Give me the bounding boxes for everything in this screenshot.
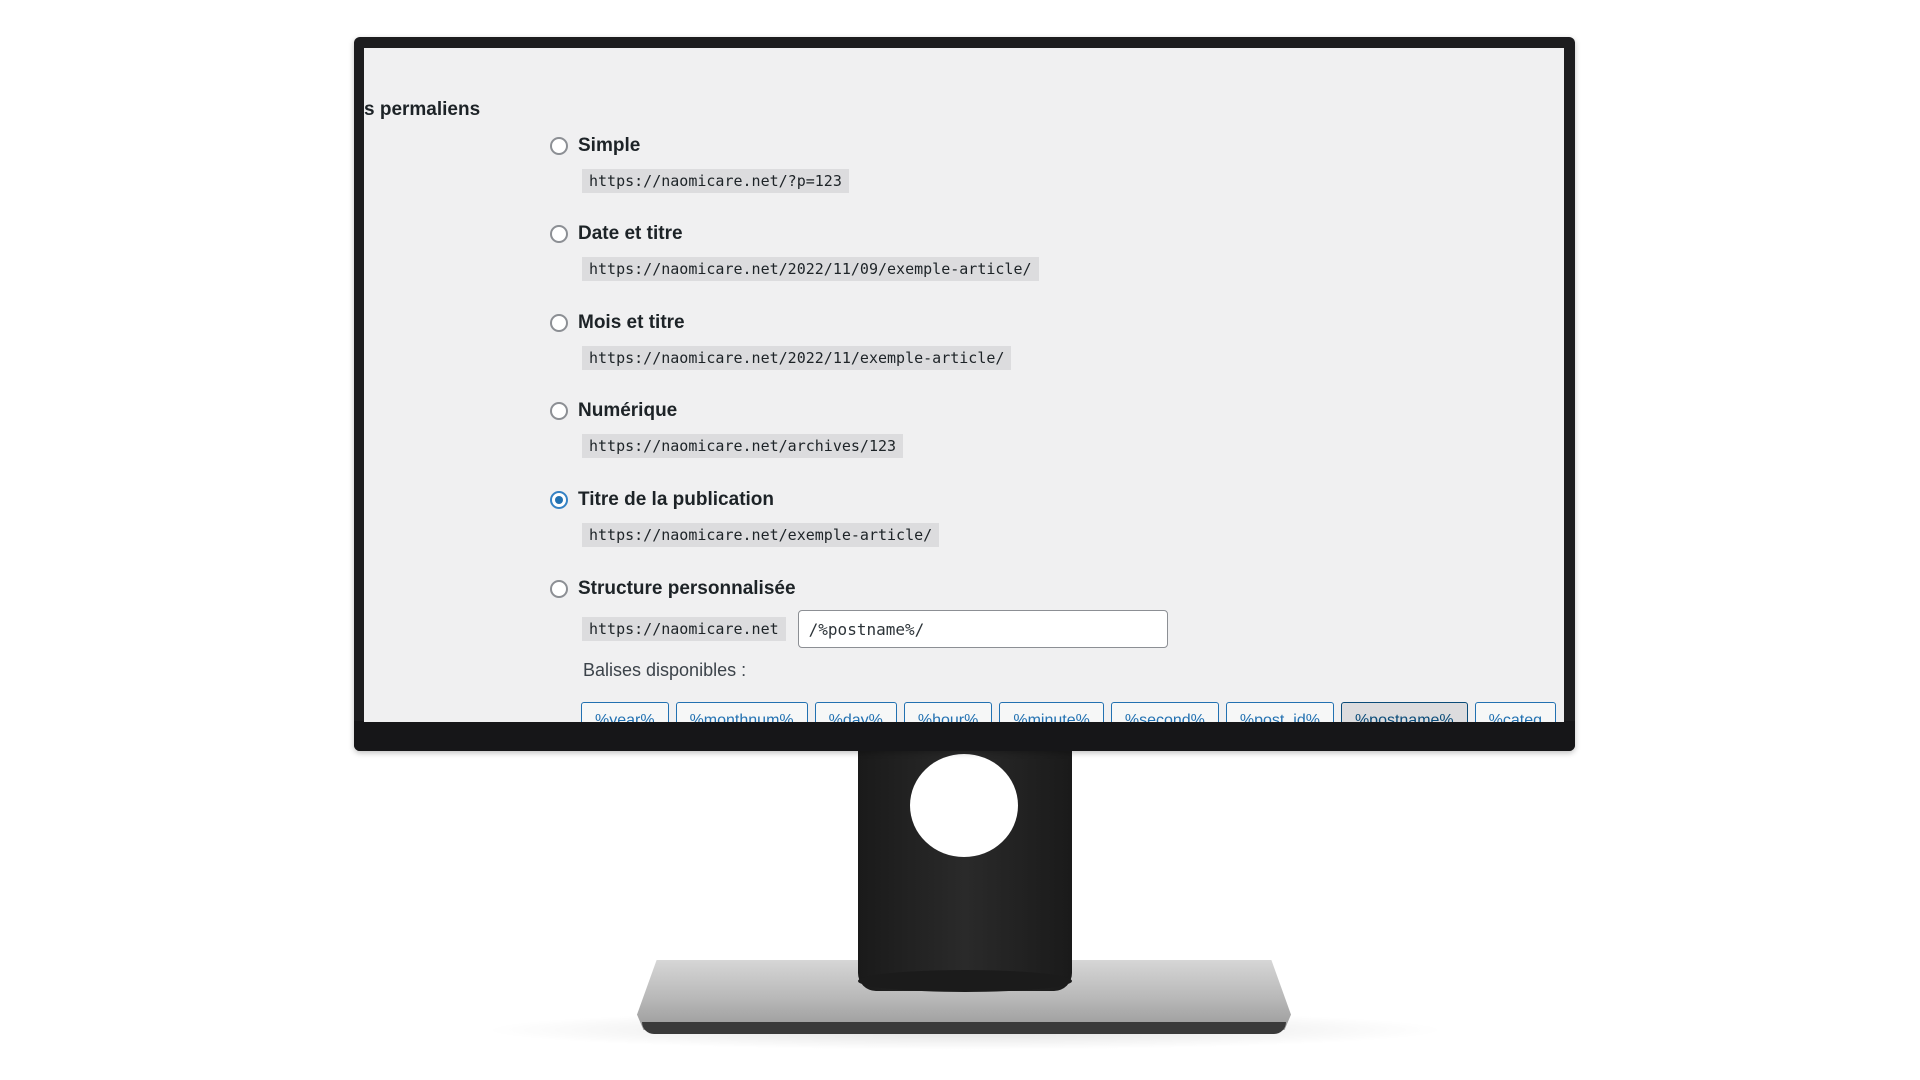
tag-year-button[interactable]: %year% — [581, 702, 669, 722]
screen: s permaliens Simple https://naomicare.ne… — [364, 48, 1564, 722]
monitor-chin — [354, 721, 1575, 751]
radio-custom-structure[interactable] — [550, 580, 568, 598]
option-label: Mois et titre — [578, 312, 685, 333]
option-label: Titre de la publication — [578, 489, 775, 510]
available-tags-label: Balises disponibles : — [583, 660, 747, 680]
url-example: https://naomicare.net/exemple-article/ — [582, 523, 940, 547]
option-simple[interactable]: Simple https://naomicare.net/?p=123 — [550, 133, 849, 193]
url-example: https://naomicare.net/2022/11/exemple-ar… — [582, 346, 1012, 370]
option-post-name[interactable]: Titre de la publication https://naomicar… — [550, 487, 940, 547]
radio-numeric[interactable] — [550, 402, 568, 420]
custom-structure-row: https://naomicare.net — [582, 610, 1168, 648]
tag-minute-button[interactable]: %minute% — [999, 702, 1104, 722]
tag-hour-button[interactable]: %hour% — [903, 702, 993, 722]
url-example: https://naomicare.net/archives/123 — [582, 434, 904, 458]
option-month-and-title[interactable]: Mois et titre https://naomicare.net/2022… — [550, 310, 1012, 370]
tag-category-button[interactable]: %categ — [1474, 702, 1557, 722]
custom-structure-input[interactable] — [797, 610, 1168, 648]
option-numeric[interactable]: Numérique https://naomicare.net/archives… — [550, 398, 904, 458]
monitor-mockup: s permaliens Simple https://naomicare.ne… — [0, 0, 1920, 1080]
tag-second-button[interactable]: %second% — [1110, 702, 1219, 722]
url-example: https://naomicare.net/?p=123 — [582, 169, 849, 193]
tag-day-button[interactable]: %day% — [814, 702, 897, 722]
url-example: https://naomicare.net/2022/11/09/exemple… — [582, 257, 1039, 281]
radio-post-name[interactable] — [550, 491, 568, 509]
custom-base-url: https://naomicare.net — [582, 617, 786, 641]
radio-month-and-title[interactable] — [550, 314, 568, 332]
option-label: Date et titre — [578, 223, 683, 244]
option-label: Numérique — [578, 400, 678, 421]
tag-post-id-button[interactable]: %post_id% — [1225, 702, 1334, 722]
option-date-and-title[interactable]: Date et titre https://naomicare.net/2022… — [550, 221, 1039, 281]
option-custom-structure[interactable]: Structure personnalisée — [550, 576, 796, 602]
option-label: Structure personnalisée — [578, 578, 796, 599]
option-label: Simple — [578, 135, 641, 156]
monitor-stand-base-edge — [642, 1022, 1286, 1034]
tag-monthnum-button[interactable]: %monthnum% — [675, 702, 808, 722]
radio-simple[interactable] — [550, 137, 568, 155]
radio-date-and-title[interactable] — [550, 225, 568, 243]
available-tags: %year% %monthnum% %day% %hour% %minute% … — [581, 702, 1557, 722]
monitor-bezel: s permaliens Simple https://naomicare.ne… — [354, 37, 1575, 751]
monitor-stand-collar — [858, 970, 1072, 992]
tag-postname-button[interactable]: %postname% — [1340, 702, 1468, 722]
section-label: s permaliens — [364, 99, 481, 120]
monitor-stand-cable-hole — [910, 754, 1018, 857]
